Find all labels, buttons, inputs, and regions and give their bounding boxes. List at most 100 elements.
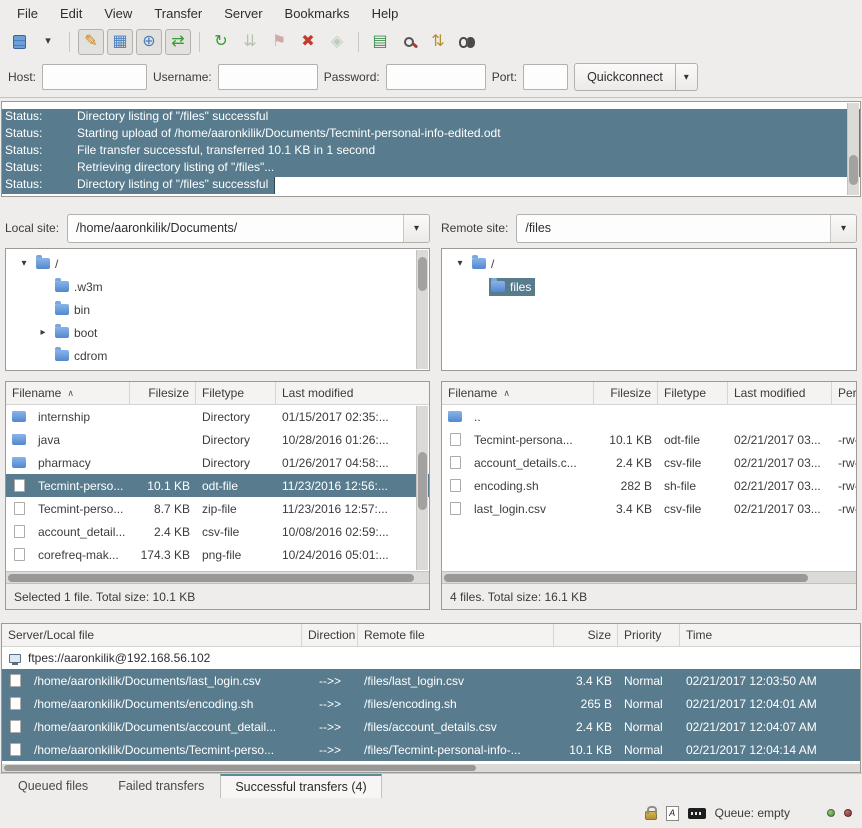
remote-column-modified[interactable]: Last modified (728, 382, 832, 404)
tab-successful-transfers[interactable]: Successful transfers (4) (220, 774, 381, 798)
message-log[interactable]: Status:Directory listing of "/files" suc… (1, 101, 861, 197)
toggle-message-log-button[interactable]: ✎ (78, 29, 104, 55)
synchronized-browsing-button[interactable] (454, 29, 480, 55)
log-entry[interactable]: Status:Starting upload of /home/aaronkil… (2, 126, 860, 143)
remote-column-filesize[interactable]: Filesize (594, 382, 658, 404)
local-tree-item[interactable]: bin (6, 298, 429, 321)
host-input[interactable] (42, 64, 147, 90)
remote-list-hscrollbar-thumb[interactable] (444, 574, 808, 582)
remote-file-row[interactable]: Tecmint-persona...10.1 KBodt-file02/21/2… (442, 428, 856, 451)
menu-item-view[interactable]: View (93, 2, 143, 25)
quickconnect-button[interactable]: Quickconnect (574, 63, 676, 91)
queue-column-remote[interactable]: Remote file (358, 624, 554, 646)
remote-column-filename[interactable]: Filename∧ (442, 382, 594, 404)
local-file-row[interactable]: javaDirectory10/28/2016 01:26:... (6, 428, 429, 451)
local-file-row[interactable]: Tecmint-perso...10.1 KBodt-file11/23/201… (6, 474, 429, 497)
transfer-row[interactable]: /home/aaronkilik/Documents/Tecmint-perso… (2, 738, 860, 761)
menu-item-bookmarks[interactable]: Bookmarks (274, 2, 361, 25)
local-list-hscrollbar-thumb[interactable] (8, 574, 414, 582)
local-file-row[interactable]: pharmacyDirectory01/26/2017 04:58:... (6, 451, 429, 474)
local-column-modified[interactable]: Last modified (276, 382, 429, 404)
tab-failed-transfers[interactable]: Failed transfers (104, 774, 218, 798)
toggle-remote-tree-button[interactable]: ⊕ (136, 29, 162, 55)
tab-queued-files[interactable]: Queued files (4, 774, 102, 798)
local-site-combo[interactable]: /home/aaronkilik/Documents/ ▾ (67, 214, 430, 243)
menu-item-file[interactable]: File (6, 2, 49, 25)
refresh-button[interactable]: ↻ (208, 29, 234, 55)
queue-column-size[interactable]: Size (554, 624, 618, 646)
local-column-filesize[interactable]: Filesize (130, 382, 196, 404)
local-path[interactable]: /home/aaronkilik/Documents/ (68, 215, 403, 242)
remote-column-permissions[interactable]: Per (832, 382, 856, 404)
site-manager-dropdown[interactable]: ▾ (35, 29, 61, 55)
filetype-cell: odt-file (658, 433, 728, 447)
remote-file-row[interactable]: .. (442, 405, 856, 428)
queue-hscrollbar-thumb[interactable] (4, 765, 476, 771)
port-input[interactable] (523, 64, 568, 90)
username-input[interactable] (218, 64, 318, 90)
directory-listing-button[interactable]: ▤ (367, 29, 393, 55)
log-scrollbar[interactable] (847, 103, 859, 195)
menu-item-edit[interactable]: Edit (49, 2, 93, 25)
filename-filter-button[interactable] (396, 29, 422, 55)
local-column-filetype[interactable]: Filetype (196, 382, 276, 404)
local-column-filename[interactable]: Filename∧ (6, 382, 130, 404)
toggle-transfer-queue-button[interactable]: ⇄ (165, 29, 191, 55)
remote-path[interactable]: /files (517, 215, 830, 242)
password-input[interactable] (386, 64, 486, 90)
queue-hscrollbar[interactable] (2, 764, 860, 772)
remote-site-dropdown[interactable]: ▾ (830, 215, 856, 242)
quickconnect-dropdown[interactable]: ▾ (676, 63, 698, 91)
local-file-row[interactable]: internshipDirectory01/15/2017 02:35:... (6, 405, 429, 428)
menu-item-transfer[interactable]: Transfer (143, 2, 213, 25)
remote-file-row[interactable]: account_details.c...2.4 KBcsv-file02/21/… (442, 451, 856, 474)
local-file-row[interactable]: corefreq-mak...174.3 KBpng-file10/24/201… (6, 543, 429, 566)
local-file-row[interactable]: account_detail...2.4 KBcsv-file10/08/201… (6, 520, 429, 543)
disconnect-button[interactable]: ✖ (295, 29, 321, 55)
local-site-dropdown[interactable]: ▾ (403, 215, 429, 242)
expander-closed-icon[interactable]: ▸ (33, 327, 53, 338)
process-queue-button[interactable]: ⇊ (237, 29, 263, 55)
cancel-operation-button[interactable]: ⚑ (266, 29, 292, 55)
remote-tree-item[interactable]: ▾/ (442, 252, 856, 275)
queue-column-priority[interactable]: Priority (618, 624, 680, 646)
local-list-hscrollbar[interactable] (6, 571, 429, 583)
menu-item-server[interactable]: Server (213, 2, 273, 25)
queue-column-local[interactable]: Server/Local file (2, 624, 302, 646)
local-tree-item[interactable]: .w3m (6, 275, 429, 298)
expander-open-icon[interactable]: ▾ (14, 258, 34, 269)
local-tree-item[interactable]: ▾/ (6, 252, 429, 275)
local-list-scrollbar-thumb[interactable] (418, 452, 427, 510)
remote-site-combo[interactable]: /files ▾ (516, 214, 857, 243)
log-entry[interactable]: Status:File transfer successful, transfe… (2, 143, 860, 160)
remote-file-row[interactable]: last_login.csv3.4 KBcsv-file02/21/2017 0… (442, 497, 856, 520)
directory-comparison-button[interactable]: ⇅ (425, 29, 451, 55)
log-entry[interactable]: Status:Directory listing of "/files" suc… (2, 109, 860, 126)
log-entry[interactable]: Status:Retrieving directory listing of "… (2, 160, 860, 177)
local-file-row[interactable]: Tecmint-perso...8.7 KBzip-file11/23/2016… (6, 497, 429, 520)
site-manager-button[interactable] (6, 29, 32, 55)
toggle-local-tree-button[interactable]: ▦ (107, 29, 133, 55)
local-tree-scrollbar-thumb[interactable] (418, 257, 427, 291)
local-list-scrollbar[interactable] (416, 406, 428, 570)
transfer-row[interactable]: /home/aaronkilik/Documents/encoding.sh--… (2, 692, 860, 715)
remote-file-row[interactable]: encoding.sh282 Bsh-file02/21/2017 03...-… (442, 474, 856, 497)
local-tree-item[interactable]: cdrom (6, 344, 429, 367)
remote-column-filetype[interactable]: Filetype (658, 382, 728, 404)
log-scrollbar-thumb[interactable] (849, 155, 858, 185)
remote-tree-item[interactable]: files (442, 275, 856, 298)
log-entry[interactable]: Status:Directory listing of "/files" suc… (2, 177, 860, 194)
queue-column-direction[interactable]: Direction (302, 624, 358, 646)
local-tree-item[interactable]: ▸ boot (6, 321, 429, 344)
reconnect-button[interactable]: ◈ (324, 29, 350, 55)
queue-server-row[interactable]: ftpes://aaronkilik@192.168.56.102 (2, 647, 860, 669)
local-pane: Local site: /home/aaronkilik/Documents/ … (5, 208, 430, 610)
queue-column-time[interactable]: Time (680, 624, 860, 646)
tree-item-label: boot (74, 326, 97, 340)
transfer-row[interactable]: /home/aaronkilik/Documents/account_detai… (2, 715, 860, 738)
transfer-row[interactable]: /home/aaronkilik/Documents/last_login.cs… (2, 669, 860, 692)
local-tree-scrollbar[interactable] (416, 250, 428, 369)
menu-item-help[interactable]: Help (361, 2, 410, 25)
expander-open-icon[interactable]: ▾ (450, 258, 470, 269)
remote-list-hscrollbar[interactable] (442, 571, 856, 583)
